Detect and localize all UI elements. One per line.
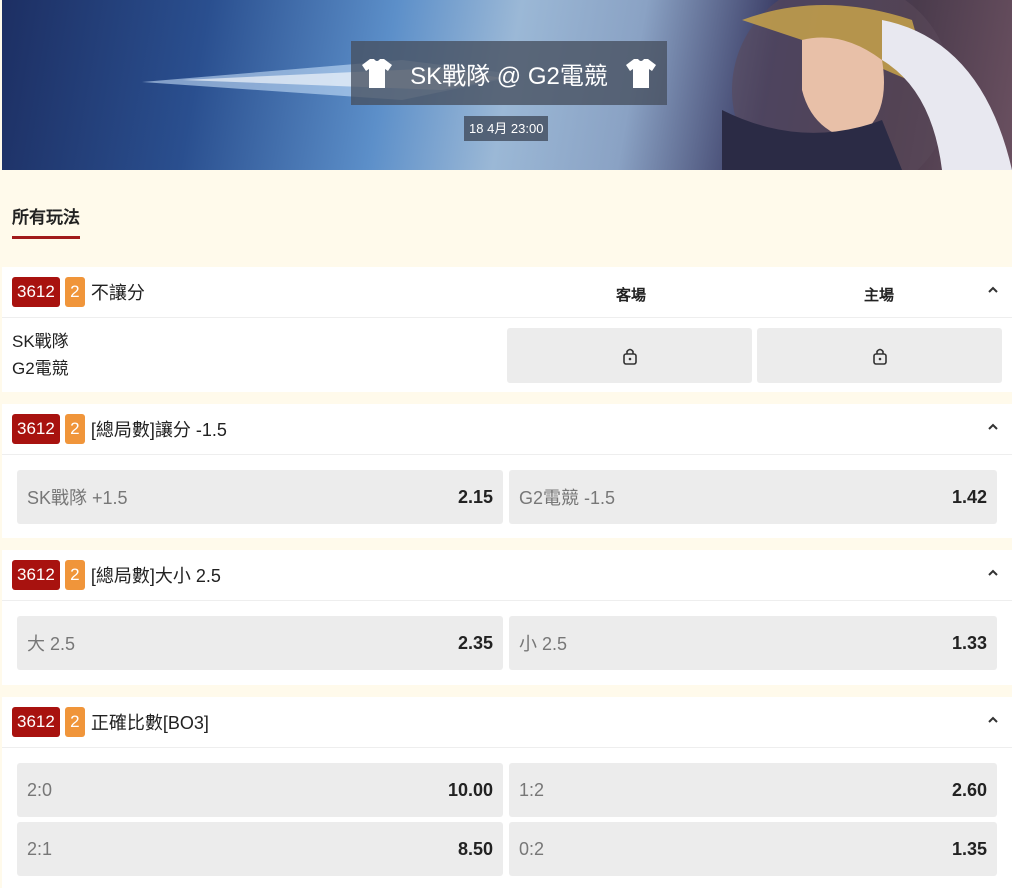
selection-label: 0:2	[519, 838, 545, 859]
odds-away-locked[interactable]	[507, 328, 752, 383]
chevron-up-icon[interactable]	[986, 283, 1000, 297]
selection-label: 2:0	[27, 779, 53, 800]
market-header[interactable]: 3612 2 [總局數]大小 2.5	[2, 550, 1012, 601]
market-moneyline: 3612 2 不讓分 客場 主場 SK戰隊 G2電競	[2, 267, 1012, 392]
odds-button[interactable]: 大 2.5 2.35	[17, 616, 503, 670]
chevron-up-icon[interactable]	[986, 566, 1000, 580]
market-count-badge: 2	[64, 560, 85, 590]
chevron-up-icon[interactable]	[986, 420, 1000, 434]
market-title: [總局數]大小 2.5	[90, 566, 221, 586]
selection-label: SK戰隊 +1.5	[27, 488, 128, 508]
match-banner: SK戰隊 @ G2電競 18 4月 23:00	[2, 0, 1012, 170]
market-handicap: 3612 2 [總局數]讓分 -1.5 SK戰隊 +1.5 2.15 G2電競 …	[2, 404, 1012, 538]
match-title-box: SK戰隊 @ G2電競	[351, 41, 667, 105]
match-title: SK戰隊 @ G2電競	[410, 62, 608, 90]
column-home: 主場	[864, 287, 895, 304]
market-over-under: 3612 2 [總局數]大小 2.5 大 2.5 2.35 小 2.5 1.33	[2, 550, 1012, 685]
selection-label: 大 2.5	[27, 634, 76, 654]
selection-price: 1.33	[951, 632, 987, 653]
column-away: 客場	[616, 287, 647, 304]
selection-price: 8.50	[457, 838, 493, 859]
selection-price: 1.35	[951, 838, 987, 859]
selection-label: 1:2	[519, 779, 545, 800]
market-count-badge: 2	[64, 277, 85, 307]
odds-button[interactable]: SK戰隊 +1.5 2.15	[17, 470, 503, 524]
odds-button[interactable]: 2:1 8.50	[17, 822, 503, 876]
market-title: 不讓分	[90, 283, 145, 303]
selection-price: 10.00	[447, 779, 493, 800]
market-tabs: 所有玩法	[12, 203, 80, 239]
banner-art-character	[722, 0, 1012, 170]
market-id-badge: 3612	[12, 707, 60, 737]
selection-price: 1.42	[951, 486, 987, 507]
odds-button[interactable]: 小 2.5 1.33	[509, 616, 997, 670]
selection-label: 小 2.5	[519, 634, 568, 654]
lock-icon	[622, 348, 637, 365]
market-id-badge: 3612	[12, 560, 60, 590]
match-datetime: 18 4月 23:00	[464, 116, 549, 141]
team-names: SK戰隊 G2電競	[12, 328, 69, 382]
market-title: 正確比數[BO3]	[90, 713, 209, 733]
market-title: [總局數]讓分 -1.5	[90, 420, 227, 440]
odds-button[interactable]: 0:2 1.35	[509, 822, 997, 876]
selection-price: 2.60	[951, 779, 987, 800]
market-count-badge: 2	[64, 414, 85, 444]
market-count-badge: 2	[64, 707, 85, 737]
market-header[interactable]: 3612 2 不讓分 客場 主場	[2, 267, 1012, 318]
odds-button[interactable]: 1:2 2.60	[509, 763, 997, 817]
selection-price: 2.15	[457, 486, 493, 507]
odds-home-locked[interactable]	[757, 328, 1002, 383]
market-correct-score: 3612 2 正確比數[BO3] 2:0 10.00 1:2 2.60 2:1 …	[2, 697, 1012, 888]
market-header[interactable]: 3612 2 正確比數[BO3]	[2, 697, 1012, 748]
team-home: G2電競	[12, 359, 69, 378]
market-header[interactable]: 3612 2 [總局數]讓分 -1.5	[2, 404, 1012, 455]
selection-price: 2.35	[457, 632, 493, 653]
tab-all-markets[interactable]: 所有玩法	[12, 203, 80, 239]
market-id-badge: 3612	[12, 414, 60, 444]
odds-button[interactable]: 2:0 10.00	[17, 763, 503, 817]
chevron-up-icon[interactable]	[986, 713, 1000, 727]
selection-label: 2:1	[27, 838, 53, 859]
odds-button[interactable]: G2電競 -1.5 1.42	[509, 470, 997, 524]
jersey-icon	[625, 59, 656, 88]
selection-label: G2電競 -1.5	[519, 488, 616, 508]
market-id-badge: 3612	[12, 277, 60, 307]
lock-icon	[872, 348, 887, 365]
jersey-icon	[362, 59, 393, 88]
team-away: SK戰隊	[12, 332, 69, 351]
